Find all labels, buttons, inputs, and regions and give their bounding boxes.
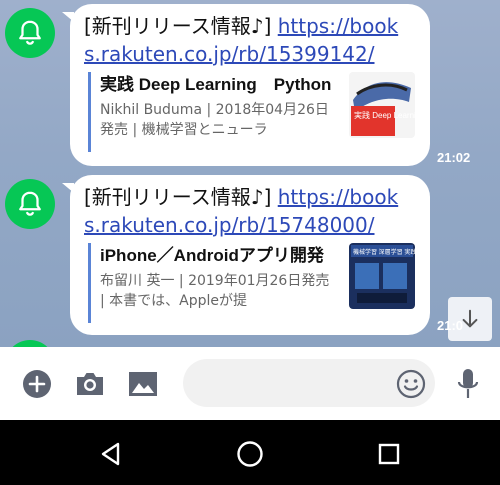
message-timestamp: 21:02	[437, 150, 471, 165]
image-button[interactable]	[127, 369, 159, 399]
message-text: [新刊リリース情報♪] https://books.rakuten.co.jp/…	[84, 183, 414, 239]
back-triangle-icon	[101, 442, 120, 466]
bot-avatar[interactable]	[5, 340, 55, 347]
camera-icon	[77, 373, 103, 395]
book-cover-image: 機械学習 深層学習 実践入門	[349, 243, 415, 309]
link-preview-card[interactable]: 実践 Deep Learning Python Nikhil Buduma | …	[88, 72, 415, 152]
card-title: 実践 Deep Learning Python	[100, 75, 332, 94]
book-cover-thumbnail[interactable]: 機械学習 深層学習 実践入門	[349, 243, 415, 309]
home-button[interactable]	[230, 434, 270, 474]
emoji-button[interactable]	[396, 369, 426, 399]
message-bubble[interactable]: [新刊リリース情報♪] https://books.rakuten.co.jp/…	[62, 4, 430, 166]
chat-area[interactable]: [新刊リリース情報♪] https://books.rakuten.co.jp/…	[0, 0, 500, 347]
card-title: iPhone／Androidアプリ開発	[100, 246, 324, 265]
bell-icon	[19, 191, 41, 216]
book-cover-thumbnail[interactable]: 実践 Deep Learning	[349, 72, 415, 138]
book-cover-image: 実践 Deep Learning	[349, 72, 415, 138]
home-circle-icon	[237, 441, 263, 467]
camera-button[interactable]	[74, 369, 106, 399]
mic-button[interactable]	[455, 367, 481, 401]
message-bubble[interactable]: [新刊リリース情報♪] https://books.rakuten.co.jp/…	[62, 175, 430, 335]
back-button[interactable]	[91, 434, 131, 474]
android-nav-bar	[0, 420, 500, 485]
smiley-icon	[396, 369, 426, 399]
image-icon	[129, 372, 157, 396]
recents-button[interactable]	[369, 434, 409, 474]
card-description: 布留川 英一 | 2019年01月26日発売 | 本書では、Appleが提	[100, 273, 330, 309]
message-prefix: [新刊リリース情報♪]	[84, 185, 278, 209]
microphone-icon	[457, 369, 479, 398]
arrow-down-icon	[462, 309, 478, 328]
add-button[interactable]	[22, 369, 52, 399]
bell-icon	[19, 20, 41, 45]
thumb-text: 実践 Deep Learning	[354, 110, 415, 120]
thumb-text: 機械学習 深層学習 実践入門	[353, 248, 415, 256]
scroll-to-bottom-button[interactable]	[448, 297, 492, 341]
bot-avatar[interactable]	[5, 8, 55, 58]
link-preview-card[interactable]: iPhone／Androidアプリ開発 布留川 英一 | 2019年01月26日…	[88, 243, 415, 323]
message-input-bar	[0, 347, 500, 420]
message-text: [新刊リリース情報♪] https://books.rakuten.co.jp/…	[84, 12, 414, 68]
card-description: Nikhil Buduma | 2018年04月26日発売 | 機械学習とニュー…	[100, 102, 329, 138]
bot-avatar[interactable]	[5, 179, 55, 229]
plus-circle-icon	[23, 370, 51, 398]
message-prefix: [新刊リリース情報♪]	[84, 14, 278, 38]
recents-square-icon	[378, 443, 400, 465]
